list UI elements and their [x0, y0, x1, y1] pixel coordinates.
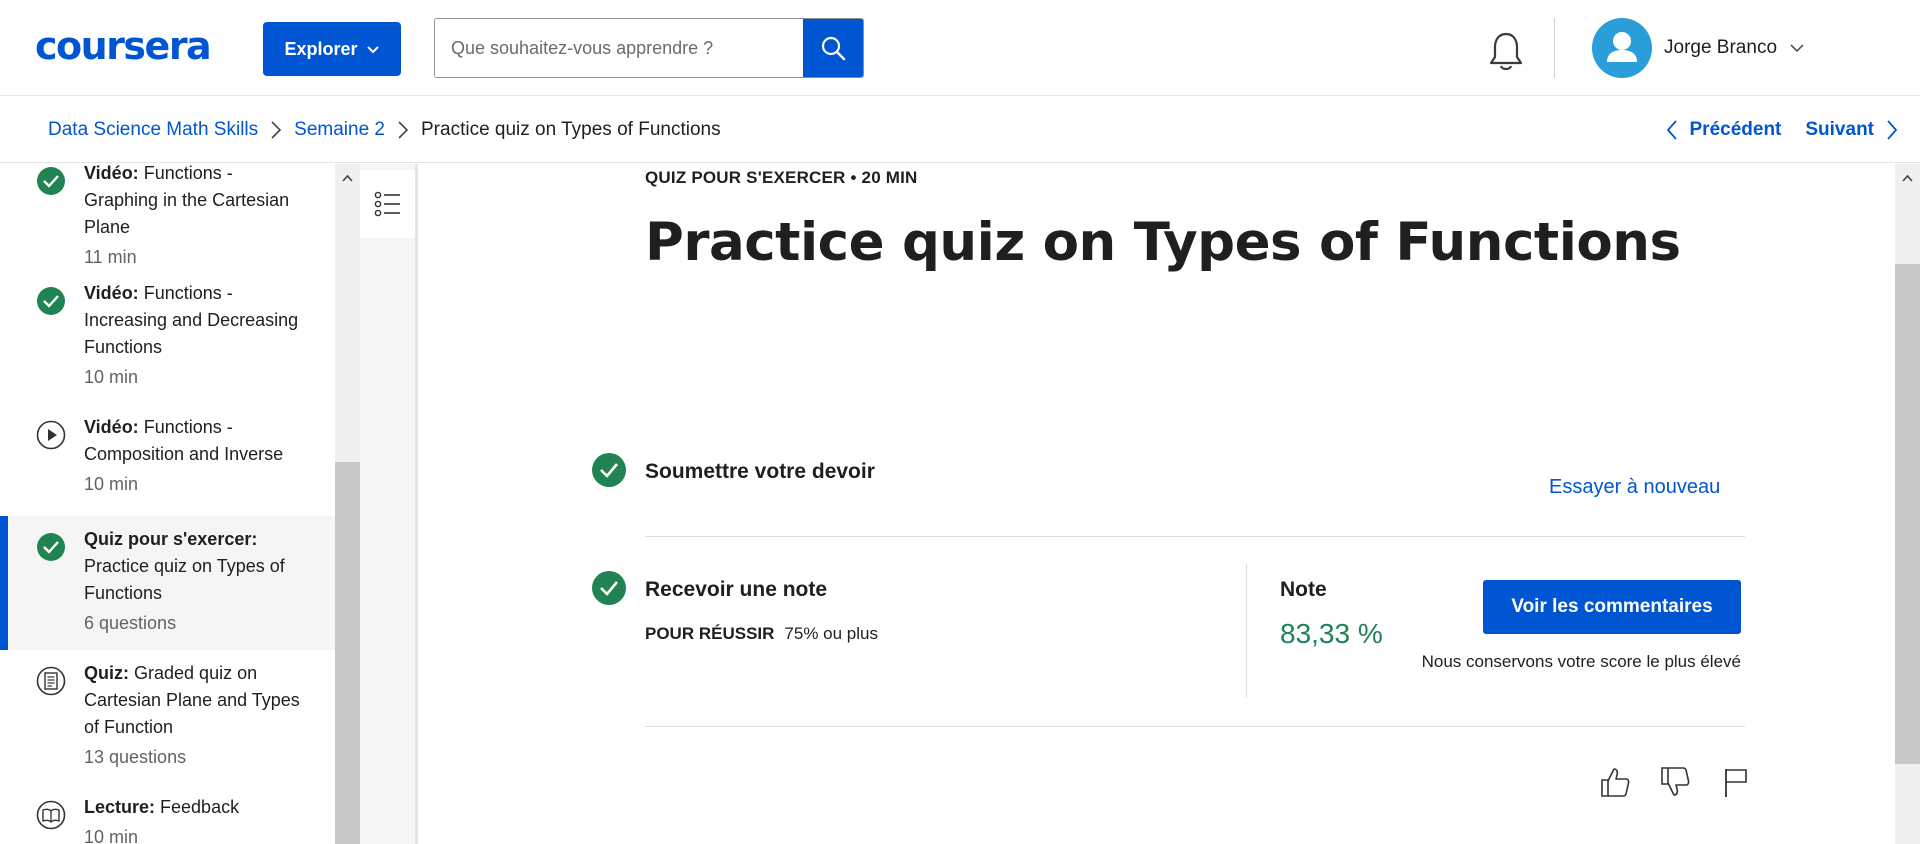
top-navbar: coursera Explorer Jorge Branco: [0, 0, 1920, 96]
check-icon: [37, 533, 65, 561]
list-icon: [374, 191, 400, 217]
item-title: Feedback: [160, 797, 240, 817]
passing-requirement: POUR RÉUSSIR 75% ou plus: [645, 624, 878, 644]
item-kicker: QUIZ POUR S'EXERCER • 20 MIN: [645, 168, 918, 187]
coursera-logo[interactable]: coursera: [35, 24, 212, 68]
next-label: Suivant: [1805, 119, 1874, 140]
sidebar-scroll-thumb[interactable]: [335, 462, 360, 844]
book-icon: [36, 800, 66, 830]
view-feedback-button[interactable]: Voir les commentaires: [1483, 580, 1741, 634]
sidebar-item-video-composition[interactable]: Vidéo: Functions - Composition and Inver…: [0, 400, 335, 534]
item-duration: 6 questions: [84, 613, 177, 633]
sidebar-item-graded-quiz[interactable]: Quiz: Graded quiz on Cartesian Plane and…: [0, 650, 335, 784]
item-duration: 10 min: [84, 367, 139, 387]
sidebar-item-reading-feedback[interactable]: Lecture: Feedback 10 min: [0, 784, 335, 844]
item-duration: 13 questions: [84, 747, 187, 767]
item-navigation: Précédent Suivant: [1666, 97, 1899, 163]
chevron-right-icon: [1887, 120, 1898, 140]
chevron-down-icon: [1790, 44, 1804, 53]
breadcrumb: Data Science Math Skills Semaine 2 Pract…: [48, 97, 721, 163]
previous-button[interactable]: Précédent: [1666, 119, 1782, 141]
receive-grade-title: Recevoir une note: [645, 578, 828, 601]
search-input[interactable]: [435, 19, 803, 77]
item-duration: 10 min: [84, 827, 139, 844]
sidebar-item-text: Vidéo: Functions - Composition and Inver…: [84, 414, 304, 498]
pass-value: 75% ou plus: [784, 624, 878, 643]
user-menu[interactable]: Jorge Branco: [1592, 18, 1805, 78]
item-title: Practice quiz on Types of Functions: [84, 556, 285, 603]
scroll-up-arrow-icon[interactable]: [1901, 172, 1914, 185]
item-type: Vidéo:: [84, 417, 139, 437]
pass-label: POUR RÉUSSIR: [645, 624, 775, 643]
user-icon: [1607, 32, 1637, 62]
user-name: Jorge Branco: [1664, 37, 1778, 58]
submit-step-title: Soumettre votre devoir: [645, 460, 875, 483]
highest-score-note: Nous conservons votre score le plus élev…: [1421, 652, 1741, 671]
sidebar-item-text: Quiz pour s'exercer: Practice quiz on Ty…: [84, 526, 304, 637]
notification-bell-icon[interactable]: [1486, 30, 1526, 74]
page-title: Practice quiz on Types of Functions: [645, 212, 1681, 273]
grade-value: 83,33 %: [1280, 618, 1383, 649]
item-type: Quiz:: [84, 663, 129, 683]
chevron-down-icon: [366, 46, 379, 54]
sidebar-item-video-increasing[interactable]: Vidéo: Functions - Increasing and Decrea…: [0, 266, 335, 400]
play-icon: [36, 420, 66, 450]
sidebar-item-text: Quiz: Graded quiz on Cartesian Plane and…: [84, 660, 304, 771]
search-bar: [434, 18, 864, 78]
check-icon: [592, 453, 626, 487]
sidebar-item-video-graphing[interactable]: Vidéo: Functions - Graphing in the Carte…: [0, 164, 335, 267]
thumbs-down-icon[interactable]: [1657, 764, 1693, 800]
breadcrumb-course[interactable]: Data Science Math Skills: [48, 119, 258, 141]
sidebar-item-text: Vidéo: Functions - Graphing in the Carte…: [84, 164, 304, 271]
retry-link[interactable]: Essayer à nouveau: [1549, 476, 1720, 499]
item-type: Vidéo:: [84, 164, 139, 183]
sidebar-item-practice-quiz[interactable]: Quiz pour s'exercer: Practice quiz on Ty…: [0, 516, 335, 650]
main-content: QUIZ POUR S'EXERCER • 20 MIN Practice qu…: [421, 164, 1895, 844]
content-feedback: [1597, 764, 1753, 800]
flag-icon[interactable]: [1717, 764, 1753, 800]
chevron-left-icon: [1666, 120, 1677, 140]
thumbs-up-icon[interactable]: [1597, 764, 1633, 800]
section-divider: [645, 536, 1745, 537]
previous-label: Précédent: [1689, 119, 1782, 140]
chevron-right-icon: [398, 121, 409, 139]
search-icon: [821, 36, 846, 61]
breadcrumb-week[interactable]: Semaine 2: [294, 119, 385, 141]
breadcrumb-bar: Data Science Math Skills Semaine 2 Pract…: [0, 97, 1920, 163]
breadcrumb-current: Practice quiz on Types of Functions: [421, 119, 721, 140]
sidebar-item-text: Lecture: Feedback 10 min: [84, 794, 304, 844]
item-type: Quiz pour s'exercer:: [84, 529, 258, 549]
grade-divider: [1246, 564, 1247, 698]
scroll-up-arrow-icon[interactable]: [341, 172, 354, 185]
course-sidebar: Vidéo: Functions - Graphing in the Carte…: [0, 164, 335, 844]
course-outline-toggle[interactable]: [360, 170, 415, 238]
chevron-right-icon: [271, 121, 282, 139]
next-button[interactable]: Suivant: [1805, 119, 1898, 141]
item-duration: 10 min: [84, 474, 139, 494]
quiz-icon: [36, 666, 66, 696]
main-scroll-thumb[interactable]: [1895, 264, 1920, 764]
sidebar-item-text: Vidéo: Functions - Increasing and Decrea…: [84, 280, 304, 391]
grade-label: Note: [1280, 578, 1327, 601]
explore-button[interactable]: Explorer: [263, 22, 401, 76]
item-type: Vidéo:: [84, 283, 139, 303]
sidebar-scrollbar[interactable]: [335, 164, 360, 844]
search-button[interactable]: [803, 19, 863, 77]
section-divider: [645, 726, 1745, 727]
header-divider: [1554, 18, 1555, 78]
avatar: [1592, 18, 1652, 78]
check-icon: [37, 287, 65, 315]
main-scrollbar[interactable]: [1895, 164, 1920, 844]
check-icon: [592, 571, 626, 605]
explore-label: Explorer: [284, 38, 358, 59]
item-type: Lecture:: [84, 797, 156, 817]
check-icon: [37, 167, 65, 195]
outline-column: [360, 164, 418, 844]
